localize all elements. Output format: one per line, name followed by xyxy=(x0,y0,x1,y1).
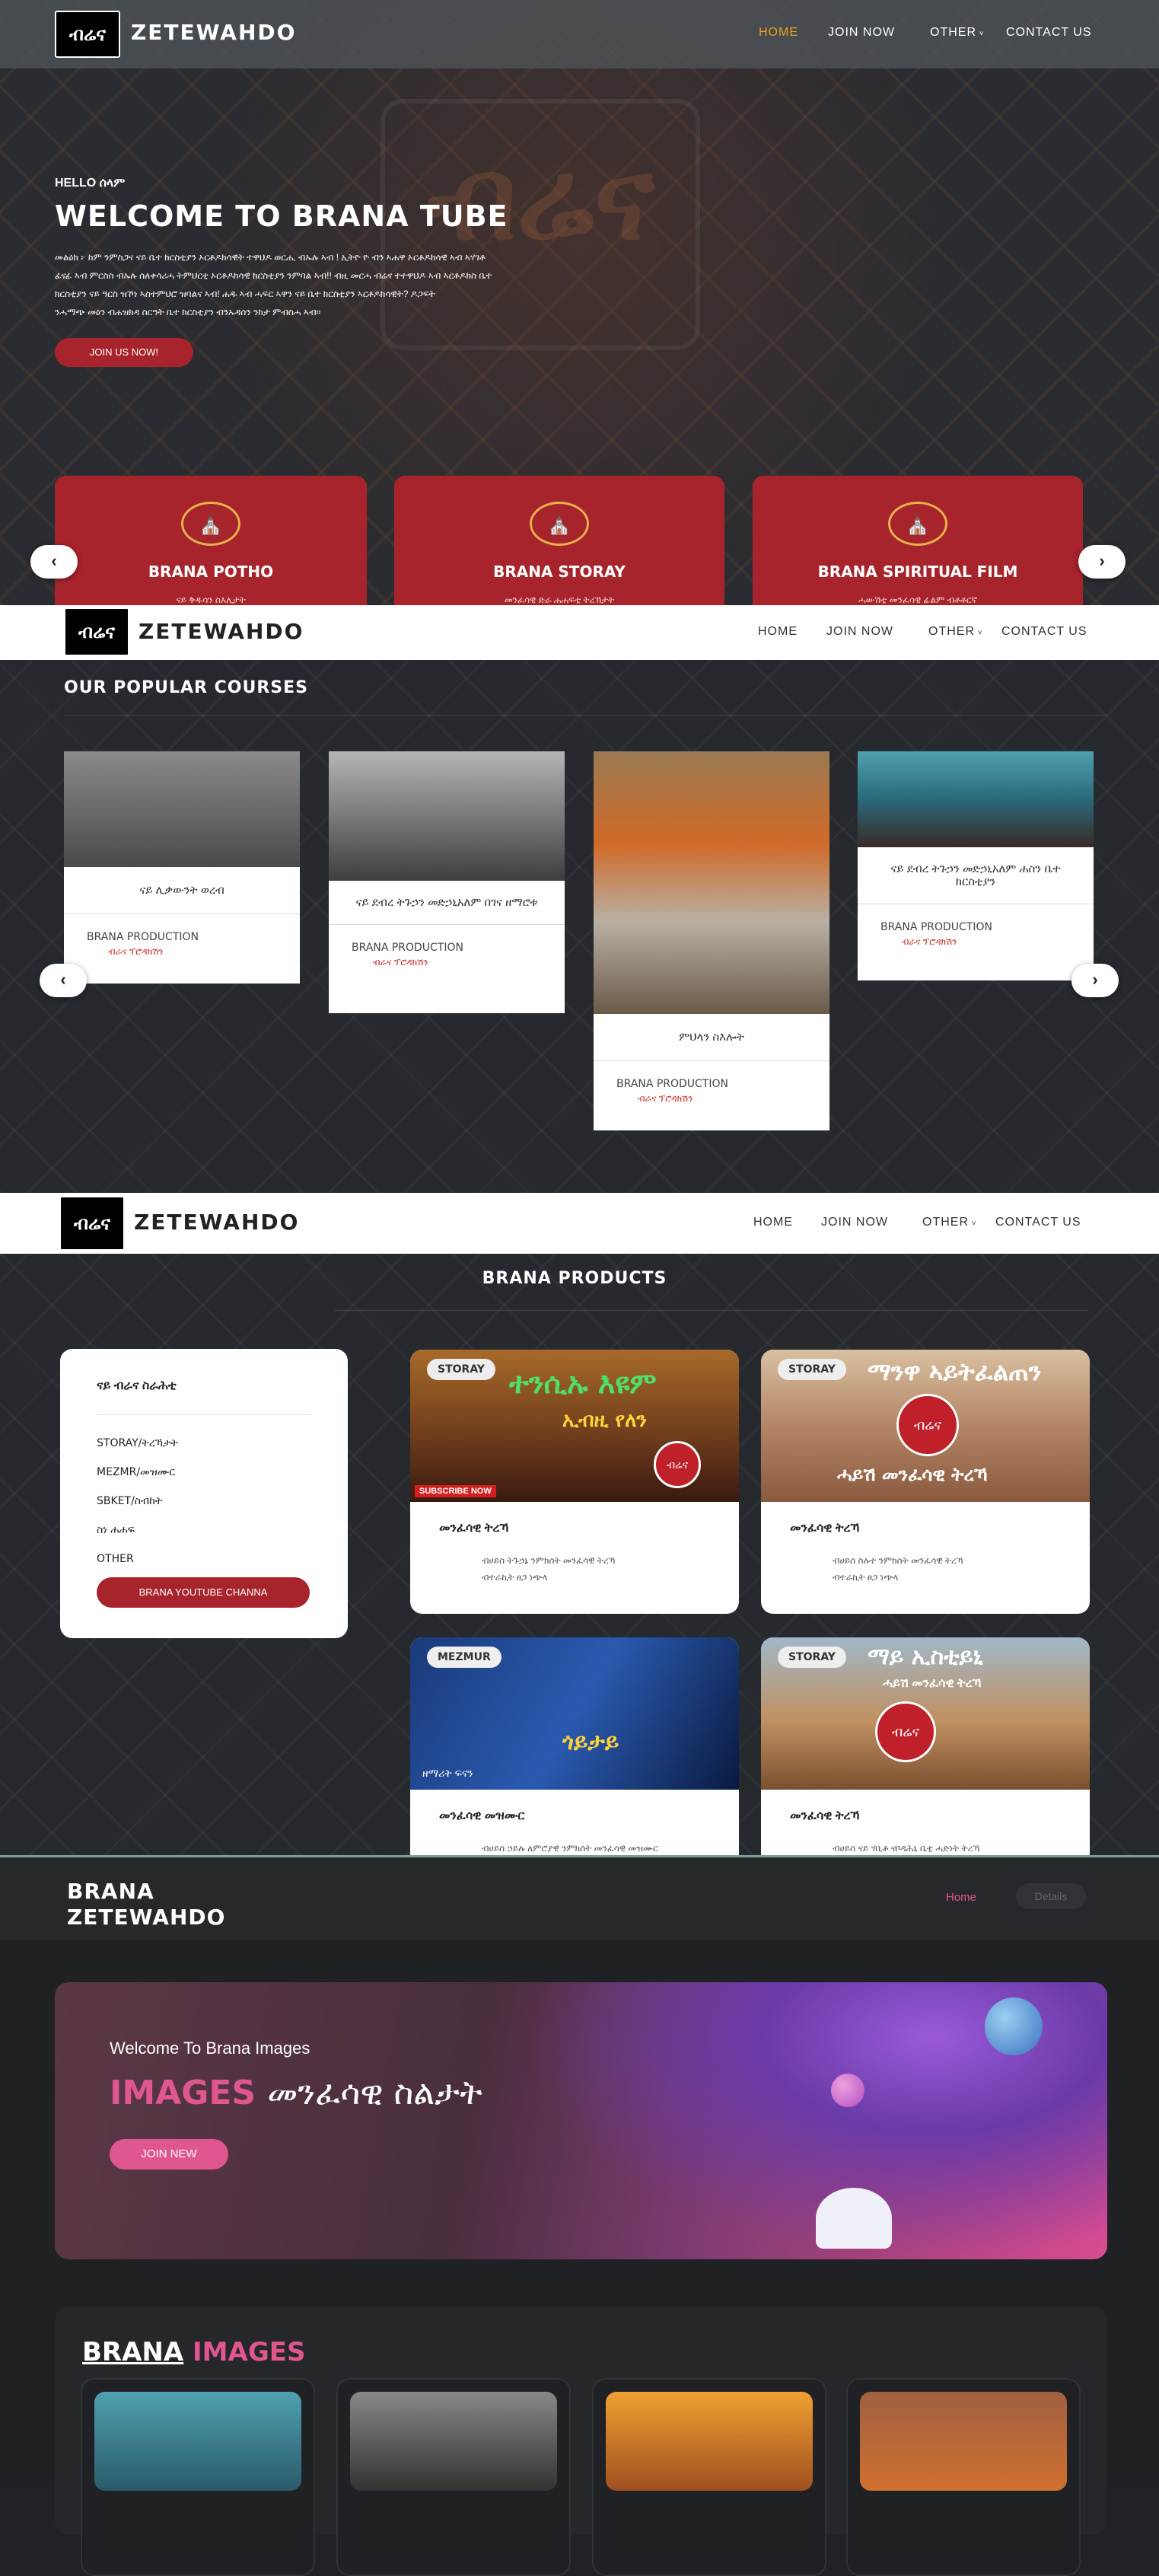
nav-other[interactable]: OTHER ˅ xyxy=(930,26,985,39)
nav-join-now[interactable]: JOIN NOW xyxy=(826,625,893,638)
youtube-channel-button[interactable]: BRANA YOUTUBE CHANNA xyxy=(97,1577,310,1608)
category-badge: STORAY xyxy=(778,1647,846,1668)
brand-name[interactable]: ZETEWAHDO xyxy=(134,1210,299,1235)
course-image xyxy=(594,751,829,1014)
hero-hello: HELLO ሰላም xyxy=(55,177,126,190)
planet-illustration xyxy=(831,2074,864,2107)
subscribe-banner: SUBSCRIBE NOW xyxy=(415,1485,496,1497)
brand-name[interactable]: ZETEWAHDO xyxy=(131,20,296,45)
chevron-down-icon: ˅ xyxy=(976,30,985,38)
course-image xyxy=(858,751,1094,847)
astronaut-illustration xyxy=(816,2188,892,2249)
chevron-left-icon: ‹ xyxy=(51,551,57,570)
chevron-left-icon: ‹ xyxy=(60,970,66,989)
courses-heading: OUR POPULAR COURSES xyxy=(64,678,308,697)
category-other[interactable]: OTHER xyxy=(97,1545,348,1573)
category-storay[interactable]: STORAY/ትረኻታት xyxy=(97,1429,348,1458)
product-image: STORAY ተንሲኡ እዩም ኢብዚ የለን ብሬና SUBSCRIBE NO… xyxy=(410,1350,739,1502)
site-logo[interactable]: ብሬና xyxy=(59,1196,125,1251)
nav-home[interactable]: HOME xyxy=(758,625,798,638)
carousel-prev-button[interactable]: ‹ xyxy=(30,545,78,579)
popular-courses-section: OUR POPULAR COURSES ናይ ሊቃውንት ወረብ BRANA P… xyxy=(0,660,1159,1193)
nav-home[interactable]: HOME xyxy=(753,1216,793,1229)
chevron-right-icon: › xyxy=(1099,551,1105,570)
nav-other[interactable]: OTHER ˅ xyxy=(922,1216,977,1229)
hero-section: ብሬና ZETEWAHDO HOME JOIN NOW OTHER ˅ CONT… xyxy=(0,0,1159,605)
courses-prev-button[interactable]: ‹ xyxy=(40,964,87,997)
course-card[interactable]: ናይ ሊቃውንት ወረብ BRANA PRODUCTION ብራና ፕሮዳክሽን xyxy=(64,751,300,984)
gallery-heading: BRANA IMAGES xyxy=(82,2337,306,2367)
brana-products-section: BRANA PRODUCTS ናይ ብራና ስራሕቲ STORAY/ትረኻታት … xyxy=(0,1254,1159,1857)
breadcrumb-details[interactable]: Details xyxy=(1016,1883,1086,1909)
banner-welcome: Welcome To Brana Images xyxy=(110,2039,310,2058)
category-badge: STORAY xyxy=(427,1359,495,1380)
chevron-down-icon: ˅ xyxy=(975,629,983,637)
product-image: MEZMUR ጎይታይ ዘማሪት ፍናን xyxy=(410,1637,739,1790)
products-navbar: ብሬና ZETEWAHDO HOME JOIN NOW OTHER ˅ CONT… xyxy=(0,1193,1159,1254)
divider xyxy=(335,1310,1088,1311)
images-hero-banner: Welcome To Brana Images IMAGES መንፈሳዊ ስልታ… xyxy=(55,1982,1107,2259)
product-card[interactable]: MEZMUR ጎይታይ ዘማሪት ፍናን መንፈሳዊ መዝሙር ብሀይሰ ኃይሉ… xyxy=(410,1637,739,1857)
chevron-right-icon: › xyxy=(1092,970,1098,989)
category-badge: STORAY xyxy=(778,1359,846,1380)
gallery-thumbnail[interactable] xyxy=(846,2378,1081,2576)
gallery-thumbnail[interactable] xyxy=(592,2378,826,2576)
banner-images-amharic: መንፈሳዊ ስልታት xyxy=(267,2074,482,2112)
gallery-thumbnail[interactable] xyxy=(336,2378,571,2576)
courses-navbar: ብሬና ZETEWAHDO HOME JOIN NOW OTHER ˅ CONT… xyxy=(0,605,1159,660)
chevron-down-icon: ˅ xyxy=(969,1219,977,1228)
category-badge: MEZMUR xyxy=(427,1647,501,1668)
category-mezmr[interactable]: MEZMR/መዝሙር xyxy=(97,1458,348,1487)
divider xyxy=(64,715,1106,716)
carousel-next-button[interactable]: › xyxy=(1078,545,1126,579)
main-nav: HOME xyxy=(759,26,798,40)
brana-tube-logo: ብሬና xyxy=(896,1394,959,1456)
products-heading: BRANA PRODUCTS xyxy=(482,1269,667,1288)
nav-other[interactable]: OTHER ˅ xyxy=(928,625,983,638)
product-card[interactable]: STORAY ማንዋ ኣይትፈልጠን ብሬና ሓይሽ መንፈሳዊ ትረኻ መንፈ… xyxy=(761,1350,1090,1614)
product-card[interactable]: STORAY ተንሲኡ እዩም ኢብዚ የለን ብሬና SUBSCRIBE NO… xyxy=(410,1350,739,1614)
nav-contact-us[interactable]: CONTACT US xyxy=(1006,26,1092,39)
feature-card-spiritual-film[interactable]: ⛪ BRANA SPIRITUAL FILM ሓውሽቲ መንፈሳዊ ፊልም ብቶ… xyxy=(753,476,1083,605)
brana-tube-logo: ብሬና xyxy=(654,1441,701,1488)
category-sbket[interactable]: SBKET/ስብከት xyxy=(97,1487,348,1516)
site-logo[interactable]: ብሬና xyxy=(64,607,129,656)
nav-join-now[interactable]: JOIN NOW xyxy=(821,1216,888,1229)
planet-illustration xyxy=(985,1997,1043,2055)
nav-contact-us[interactable]: CONTACT US xyxy=(995,1216,1081,1229)
course-image xyxy=(329,751,565,881)
gallery-thumbnail[interactable] xyxy=(81,2378,315,2576)
category-sne-hahaf[interactable]: ስነ ሐሐፍ xyxy=(97,1516,348,1545)
brand-name[interactable]: ZETEWAHDO xyxy=(139,619,304,644)
course-card[interactable]: ናይ ደብረ ትጉኃን መድኃኒአለም በገና ዘማሮቱ BRANA PRODU… xyxy=(329,751,565,1013)
nav-join-now[interactable]: JOIN NOW xyxy=(828,26,895,39)
courses-next-button[interactable]: › xyxy=(1071,964,1119,997)
join-us-button[interactable]: JOIN US NOW! xyxy=(55,338,193,367)
church-icon: ⛪ xyxy=(888,502,947,546)
product-image: STORAY ማይ ኢስቲይኒ ሓይሽ መንፈሳዊ ትረኻ ብሬና xyxy=(761,1637,1090,1790)
images-brand[interactable]: BRANA ZETEWAHDO xyxy=(67,1879,225,1930)
course-card[interactable]: ናይ ደብረ ትጉኃን መድኃኒአለም ሐስን ቤተ ክርስቲያን BRANA … xyxy=(858,751,1094,980)
hero-description: መልዕክ ፦ ከም ንምስጋና ናይ ቤተ ክርስቲያን ኦርቶዶክሳዊት ተዋ… xyxy=(55,252,492,317)
course-card[interactable]: ምህላን ስእሎት BRANA PRODUCTION ብራና ፕሮዳክሽን xyxy=(594,751,829,1130)
brana-tube-logo: ብሬና xyxy=(875,1701,936,1762)
brana-images-section: BRANA ZETEWAHDO Home Details Welcome To … xyxy=(0,1857,1159,2576)
breadcrumb-home[interactable]: Home xyxy=(946,1891,976,1904)
join-new-button[interactable]: JOIN NEW xyxy=(110,2139,228,2170)
nav-home[interactable]: HOME xyxy=(759,26,798,39)
feature-card-storay[interactable]: ⛪ BRANA STORAY መንፈሳዊ ድራ ሐሐፍቲ ትረኽታት xyxy=(394,476,724,605)
church-icon: ⛪ xyxy=(181,502,240,546)
product-card[interactable]: STORAY ማይ ኢስቲይኒ ሓይሽ መንፈሳዊ ትረኻ ብሬና መንፈሳዊ … xyxy=(761,1637,1090,1857)
feature-card-potho[interactable]: ⛪ BRANA POTHO ናይ ቅዱሳን ስእሊታት xyxy=(55,476,367,605)
product-image: STORAY ማንዋ ኣይትፈልጠን ብሬና ሓይሽ መንፈሳዊ ትረኻ xyxy=(761,1350,1090,1502)
site-logo[interactable]: ብሬና xyxy=(55,11,120,58)
nav-contact-us[interactable]: CONTACT US xyxy=(1001,625,1087,638)
hero-title: WELCOME TO BRANA TUBE xyxy=(55,199,508,233)
category-sidebar: ናይ ብራና ስራሕቲ STORAY/ትረኻታት MEZMR/መዝሙር SBKE… xyxy=(60,1349,348,1638)
church-icon: ⛪ xyxy=(530,502,589,546)
course-image xyxy=(64,751,300,867)
banner-images-word: IMAGES xyxy=(110,2074,256,2112)
